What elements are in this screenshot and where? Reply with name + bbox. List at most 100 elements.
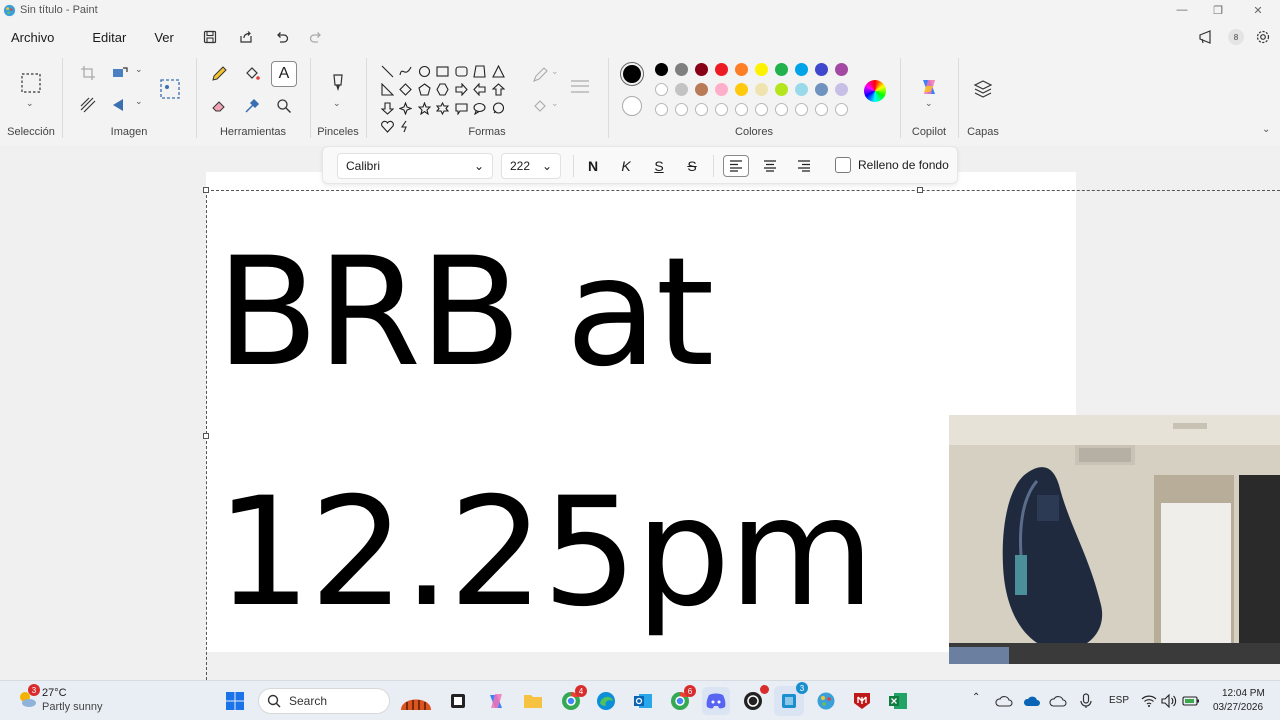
image-adjust-icon[interactable] [75,92,101,118]
rect-callout-shape-icon[interactable] [452,99,471,118]
line-size-icon[interactable] [567,74,593,100]
teams-icon[interactable]: 3 [774,682,808,716]
secondary-color-swatch[interactable] [622,96,642,116]
text-tool-icon[interactable]: A [271,61,297,87]
notifications-icon[interactable]: 8 [1228,24,1244,50]
color-swatch[interactable] [815,63,828,76]
redo-icon[interactable] [304,25,328,49]
chrome-profile-icon[interactable]: 6 [668,685,696,713]
up-arrow-shape-icon[interactable] [489,81,508,100]
copilot-taskbar-icon[interactable] [484,689,508,713]
four-point-star-shape-icon[interactable] [397,99,416,118]
custom-color-slot[interactable] [695,103,708,116]
copilot-icon[interactable] [916,74,942,100]
pentagon-shape-icon[interactable] [415,81,434,100]
resize-chevron-down-icon[interactable]: ⌄ [135,64,143,75]
cloud-callout-shape-icon[interactable] [489,99,508,118]
curve-shape-icon[interactable] [397,62,416,81]
wifi-icon[interactable] [1140,689,1158,713]
custom-color-slot[interactable] [735,103,748,116]
discord-icon[interactable] [702,687,730,715]
align-left-icon[interactable] [723,155,749,177]
custom-color-slot[interactable] [795,103,808,116]
resize-handle[interactable] [203,187,209,193]
menu-view[interactable]: Ver [143,30,185,45]
color-picker-icon[interactable] [239,93,265,119]
outline-icon[interactable] [527,62,553,88]
microphone-icon[interactable] [1076,689,1096,713]
fill-bucket-icon[interactable] [239,61,265,87]
bold-button[interactable]: N [581,155,605,177]
rounded-rectangle-shape-icon[interactable] [452,62,471,81]
share-icon[interactable] [234,25,258,49]
color-swatch[interactable] [835,83,848,96]
primary-color-swatch[interactable] [620,62,644,86]
custom-color-slot[interactable] [755,103,768,116]
edit-colors-icon[interactable] [864,80,886,102]
color-swatch[interactable] [735,83,748,96]
layers-icon[interactable] [970,76,996,102]
font-family-dropdown[interactable]: Calibri ⌄ [337,153,493,179]
custom-color-slot[interactable] [835,103,848,116]
color-swatch[interactable] [835,63,848,76]
paint-taskbar-icon[interactable] [814,689,838,713]
flip-icon[interactable] [107,92,133,118]
resize-handle[interactable] [203,433,209,439]
eraser-icon[interactable] [206,93,232,119]
menu-edit[interactable]: Editar [81,30,137,45]
search-highlight-icon[interactable] [398,689,434,713]
color-swatch[interactable] [795,63,808,76]
five-point-star-shape-icon[interactable] [415,99,434,118]
onedrive-sync-icon[interactable] [1022,689,1042,713]
brushes-chevron-down-icon[interactable]: ⌄ [333,98,341,109]
lightning-shape-icon[interactable] [397,118,416,137]
minimize-button[interactable]: — [1164,0,1200,20]
triangle-shape-icon[interactable] [489,62,508,81]
polygon-shape-icon[interactable] [471,62,490,81]
color-swatch[interactable] [815,83,828,96]
shape-fill-chevron-down-icon[interactable]: ⌄ [551,98,559,109]
crop-icon[interactable] [75,60,101,86]
resize-handle[interactable] [917,187,923,193]
color-swatch[interactable] [775,63,788,76]
strikethrough-button[interactable]: S [680,155,704,177]
edge-icon[interactable] [594,689,618,713]
color-swatch[interactable] [695,83,708,96]
oval-callout-shape-icon[interactable] [471,99,490,118]
color-swatch[interactable] [655,83,668,96]
undo-icon[interactable] [270,25,294,49]
line-shape-icon[interactable] [378,62,397,81]
resize-icon[interactable] [107,60,133,86]
heart-shape-icon[interactable] [378,118,397,137]
color-swatch[interactable] [755,83,768,96]
language-indicator[interactable]: ESP [1109,695,1129,706]
selection-chevron-down-icon[interactable]: ⌄ [26,98,34,109]
excel-icon[interactable] [886,689,910,713]
color-swatch[interactable] [755,63,768,76]
magnifier-icon[interactable] [271,93,297,119]
clock-time[interactable]: 12:04 PM [1222,688,1265,699]
brush-icon[interactable] [325,70,351,96]
hexagon-shape-icon[interactable] [434,81,453,100]
feedback-icon[interactable] [1198,24,1214,50]
volume-icon[interactable] [1160,689,1178,713]
oval-shape-icon[interactable] [415,62,434,81]
ribbon-collapse-chevron-icon[interactable]: ⌄ [1262,124,1270,135]
weather-widget[interactable]: 3 [16,684,40,710]
close-button[interactable]: ✕ [1240,0,1276,20]
shape-fill-icon[interactable] [527,94,553,120]
onedrive-icon[interactable] [994,689,1014,713]
cloud-status-icon[interactable] [1048,689,1068,713]
color-swatch[interactable] [735,63,748,76]
color-swatch[interactable] [675,83,688,96]
custom-color-slot[interactable] [715,103,728,116]
mcafee-icon[interactable] [850,689,874,713]
outline-chevron-down-icon[interactable]: ⌄ [551,66,559,77]
six-point-star-shape-icon[interactable] [434,99,453,118]
task-view-icon[interactable] [446,689,470,713]
color-swatch[interactable] [795,83,808,96]
maximize-button[interactable]: ❐ [1200,0,1236,20]
right-triangle-shape-icon[interactable] [378,81,397,100]
copilot-chevron-down-icon[interactable]: ⌄ [925,98,933,109]
diamond-shape-icon[interactable] [397,81,416,100]
